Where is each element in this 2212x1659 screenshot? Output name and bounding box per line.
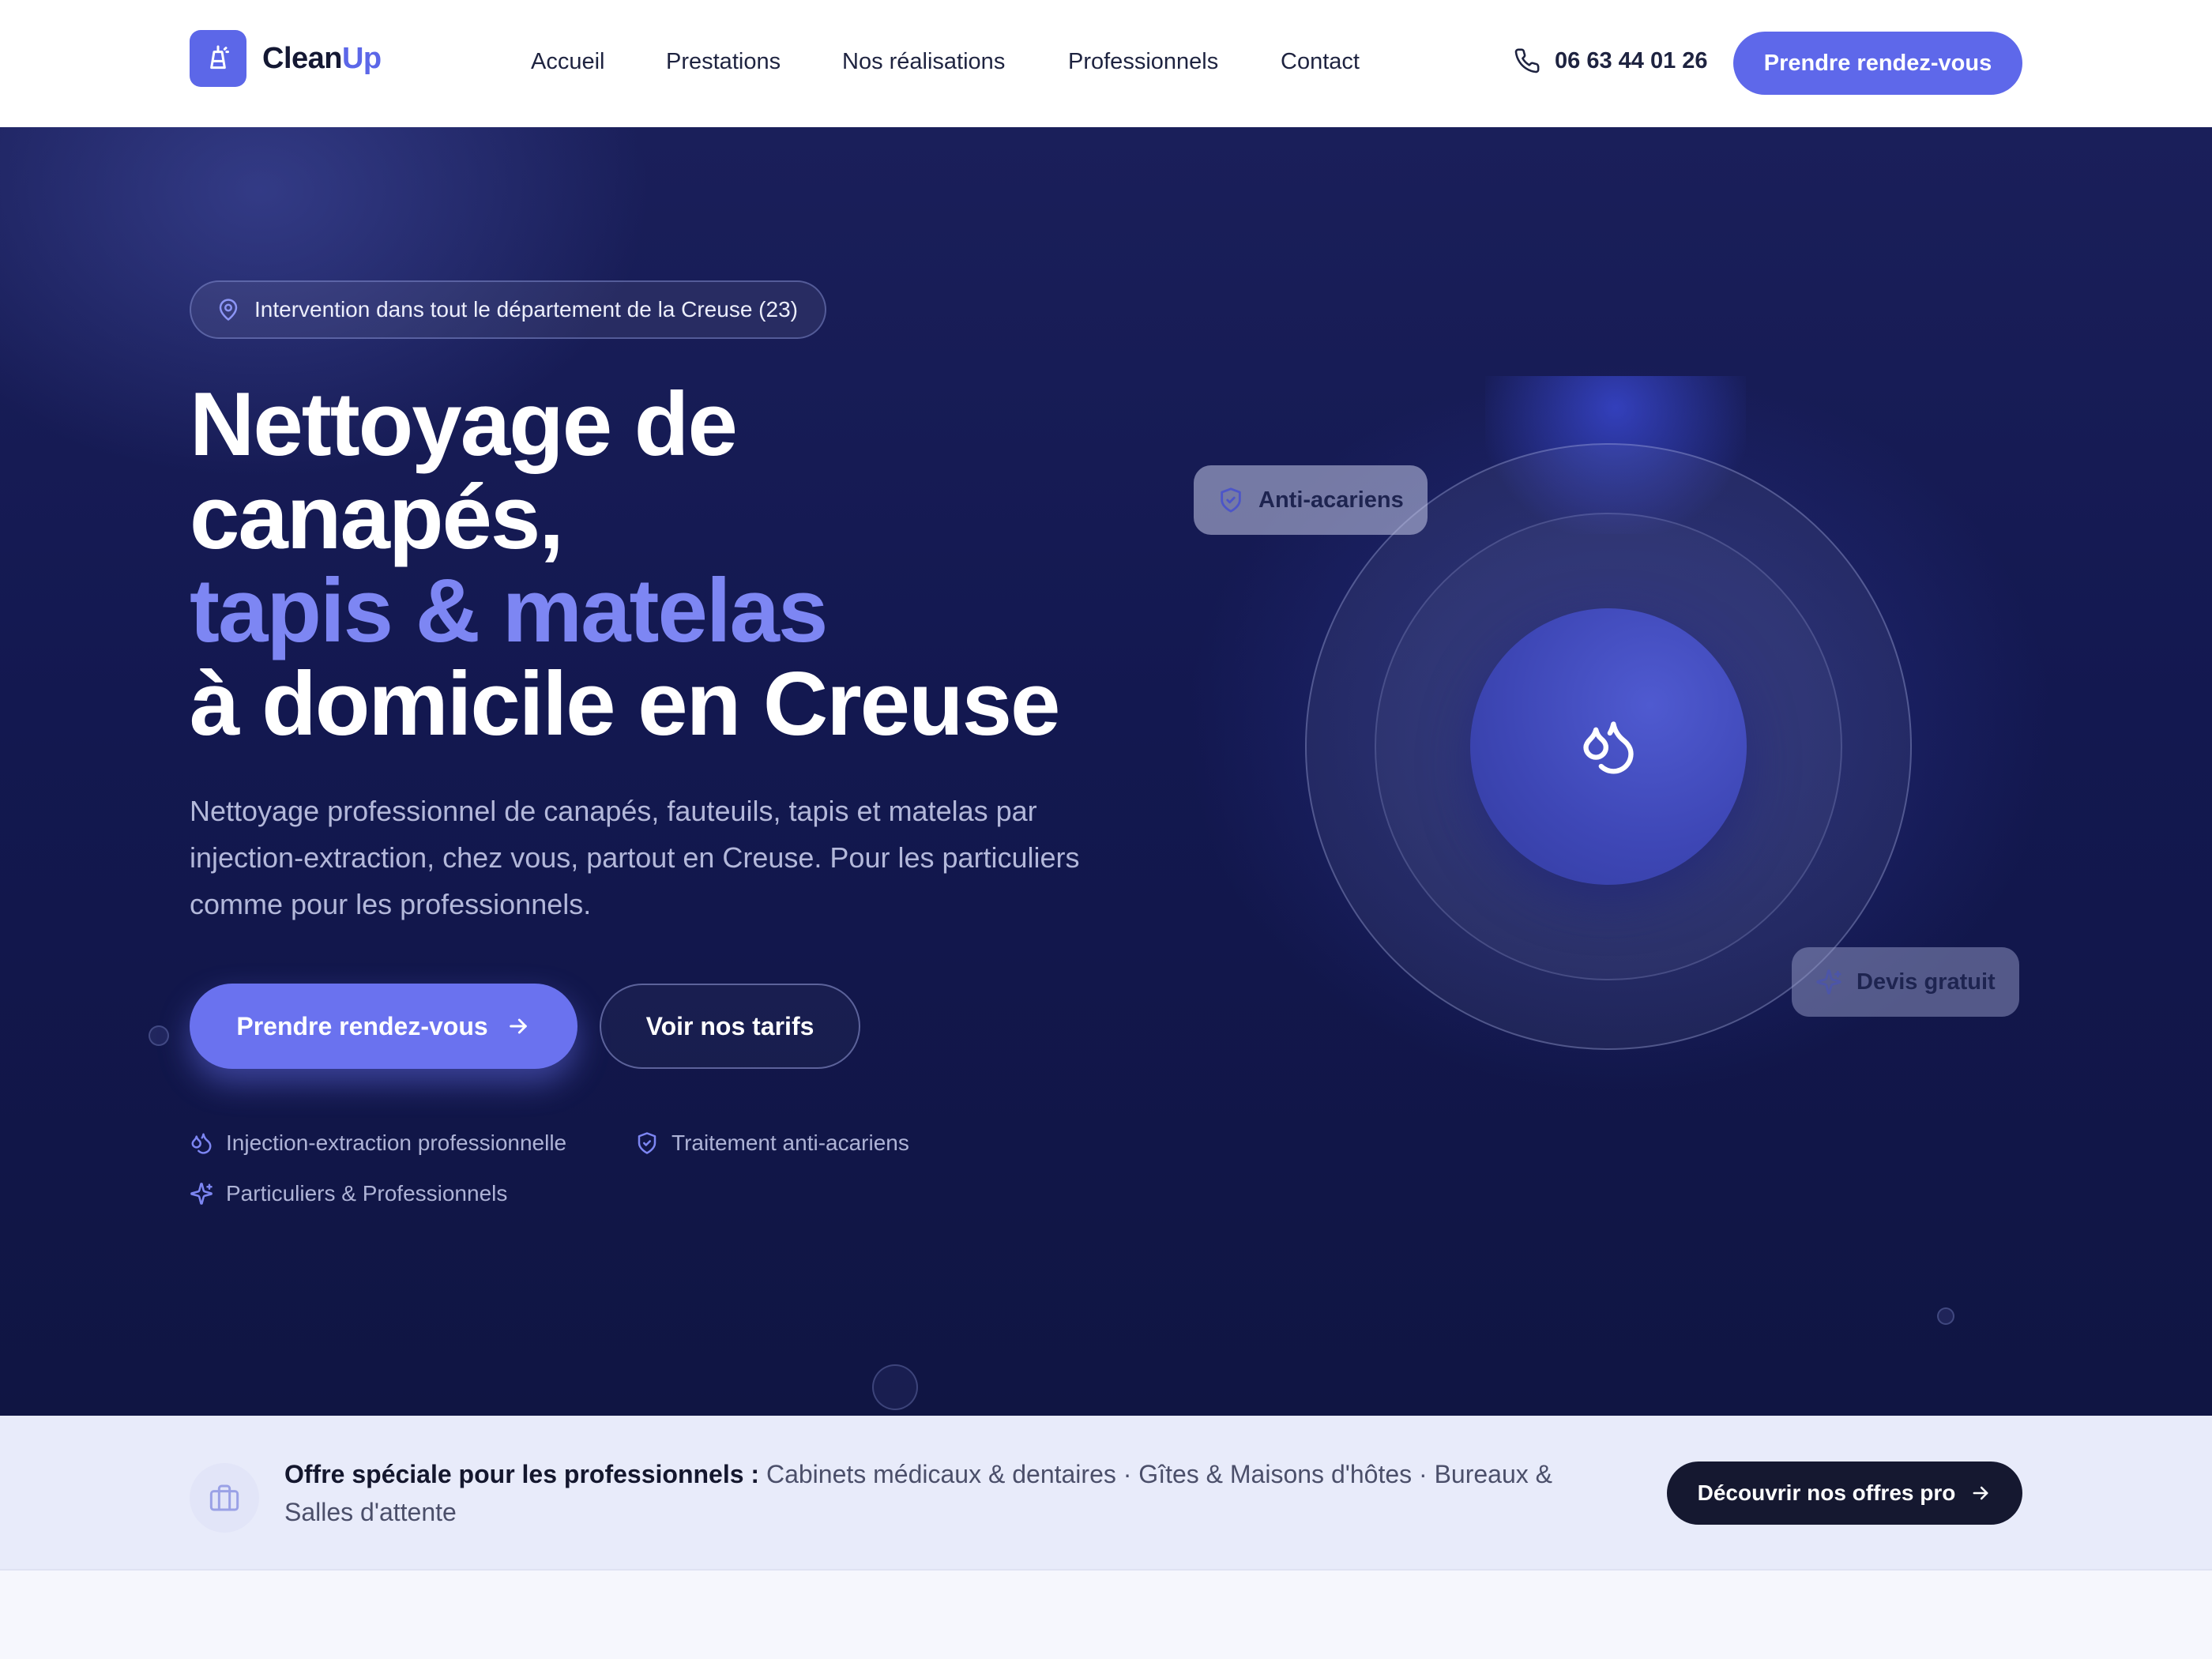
- anti-mites-badge: Anti-acariens: [1194, 465, 1428, 535]
- hero-section: Intervention dans tout le département de…: [0, 127, 2212, 1416]
- arrow-right-icon: [509, 1018, 527, 1034]
- site-header: CleanUp Accueil Prestations Nos réalisat…: [0, 0, 2212, 127]
- phone-link[interactable]: 06 63 44 01 26: [1514, 47, 1708, 74]
- free-quote-badge: Devis gratuit: [1792, 947, 2019, 1017]
- location-text: Intervention dans tout le département de…: [254, 297, 798, 322]
- pro-banner-title: Offre spéciale pour les professionnels :: [284, 1460, 760, 1488]
- arrow-right-icon: [1973, 1486, 1988, 1500]
- logo[interactable]: CleanUp: [190, 30, 382, 87]
- feature-injection-label: Injection-extraction professionnelle: [226, 1130, 567, 1155]
- nav-item-professionnels[interactable]: Professionnels: [1068, 49, 1218, 75]
- pro-banner-text: Offre spéciale pour les professionnels :…: [284, 1455, 1627, 1531]
- next-section: [0, 1571, 2212, 1659]
- shield-icon: [1221, 487, 1241, 513]
- nav-item-contact[interactable]: Contact: [1281, 49, 1360, 75]
- decorative-dot: [872, 1364, 918, 1410]
- decorative-dot: [1937, 1307, 1954, 1325]
- feature-injection: Injection-extraction professionnelle: [190, 1130, 566, 1156]
- feature-anti-mites: Traitement anti-acariens: [635, 1130, 909, 1156]
- hero-title-line-2: canapés,: [190, 468, 564, 568]
- feature-clients: Particuliers & Professionnels: [190, 1181, 507, 1206]
- nav-item-prestations[interactable]: Prestations: [666, 49, 781, 75]
- free-quote-badge-label: Devis gratuit: [1856, 969, 1996, 995]
- sparkles-icon: [1816, 969, 1841, 995]
- sparkles-icon: [190, 1183, 213, 1205]
- pro-banner: Offre spéciale pour les professionnels :…: [0, 1416, 2212, 1571]
- logo-icon: [190, 30, 246, 87]
- pro-offers-label: Découvrir nos offres pro: [1697, 1480, 1956, 1505]
- briefcase-icon: [190, 1463, 259, 1533]
- location-pill: Intervention dans tout le département de…: [190, 280, 826, 339]
- nav-item-realisations[interactable]: Nos réalisations: [842, 49, 1005, 75]
- pro-offers-button[interactable]: Découvrir nos offres pro: [1667, 1462, 2022, 1525]
- map-pin-icon: [219, 299, 238, 321]
- nav-item-accueil[interactable]: Accueil: [531, 49, 605, 75]
- droplets-icon: [191, 1133, 212, 1154]
- hero-title-line-1: Nettoyage de: [190, 374, 738, 475]
- phone-icon: [1514, 48, 1540, 73]
- decorative-dot: [149, 1025, 169, 1046]
- logo-text: CleanUp: [262, 41, 382, 75]
- anti-mites-badge-label: Anti-acariens: [1258, 487, 1404, 513]
- pricing-button[interactable]: Voir nos tarifs: [600, 984, 860, 1069]
- feature-anti-mites-label: Traitement anti-acariens: [672, 1130, 909, 1155]
- hero-appointment-button[interactable]: Prendre rendez-vous: [190, 984, 577, 1069]
- hero-title-line-4: à domicile en Creuse: [190, 654, 1060, 754]
- hero-description: Nettoyage professionnel de canapés, faut…: [190, 795, 1080, 920]
- droplets-icon: [1583, 721, 1634, 774]
- feature-clients-label: Particuliers & Professionnels: [226, 1181, 508, 1206]
- hero-title-highlight: tapis & matelas: [190, 561, 828, 661]
- hero-appointment-label: Prendre rendez-vous: [236, 1011, 488, 1040]
- phone-number: 06 63 44 01 26: [1555, 47, 1708, 73]
- hero-title: Nettoyage de canapés, tapis & matelas à …: [190, 378, 1060, 754]
- header-appointment-button[interactable]: Prendre rendez-vous: [1733, 32, 2022, 95]
- hero-core: [1470, 608, 1747, 885]
- shield-icon: [638, 1132, 656, 1154]
